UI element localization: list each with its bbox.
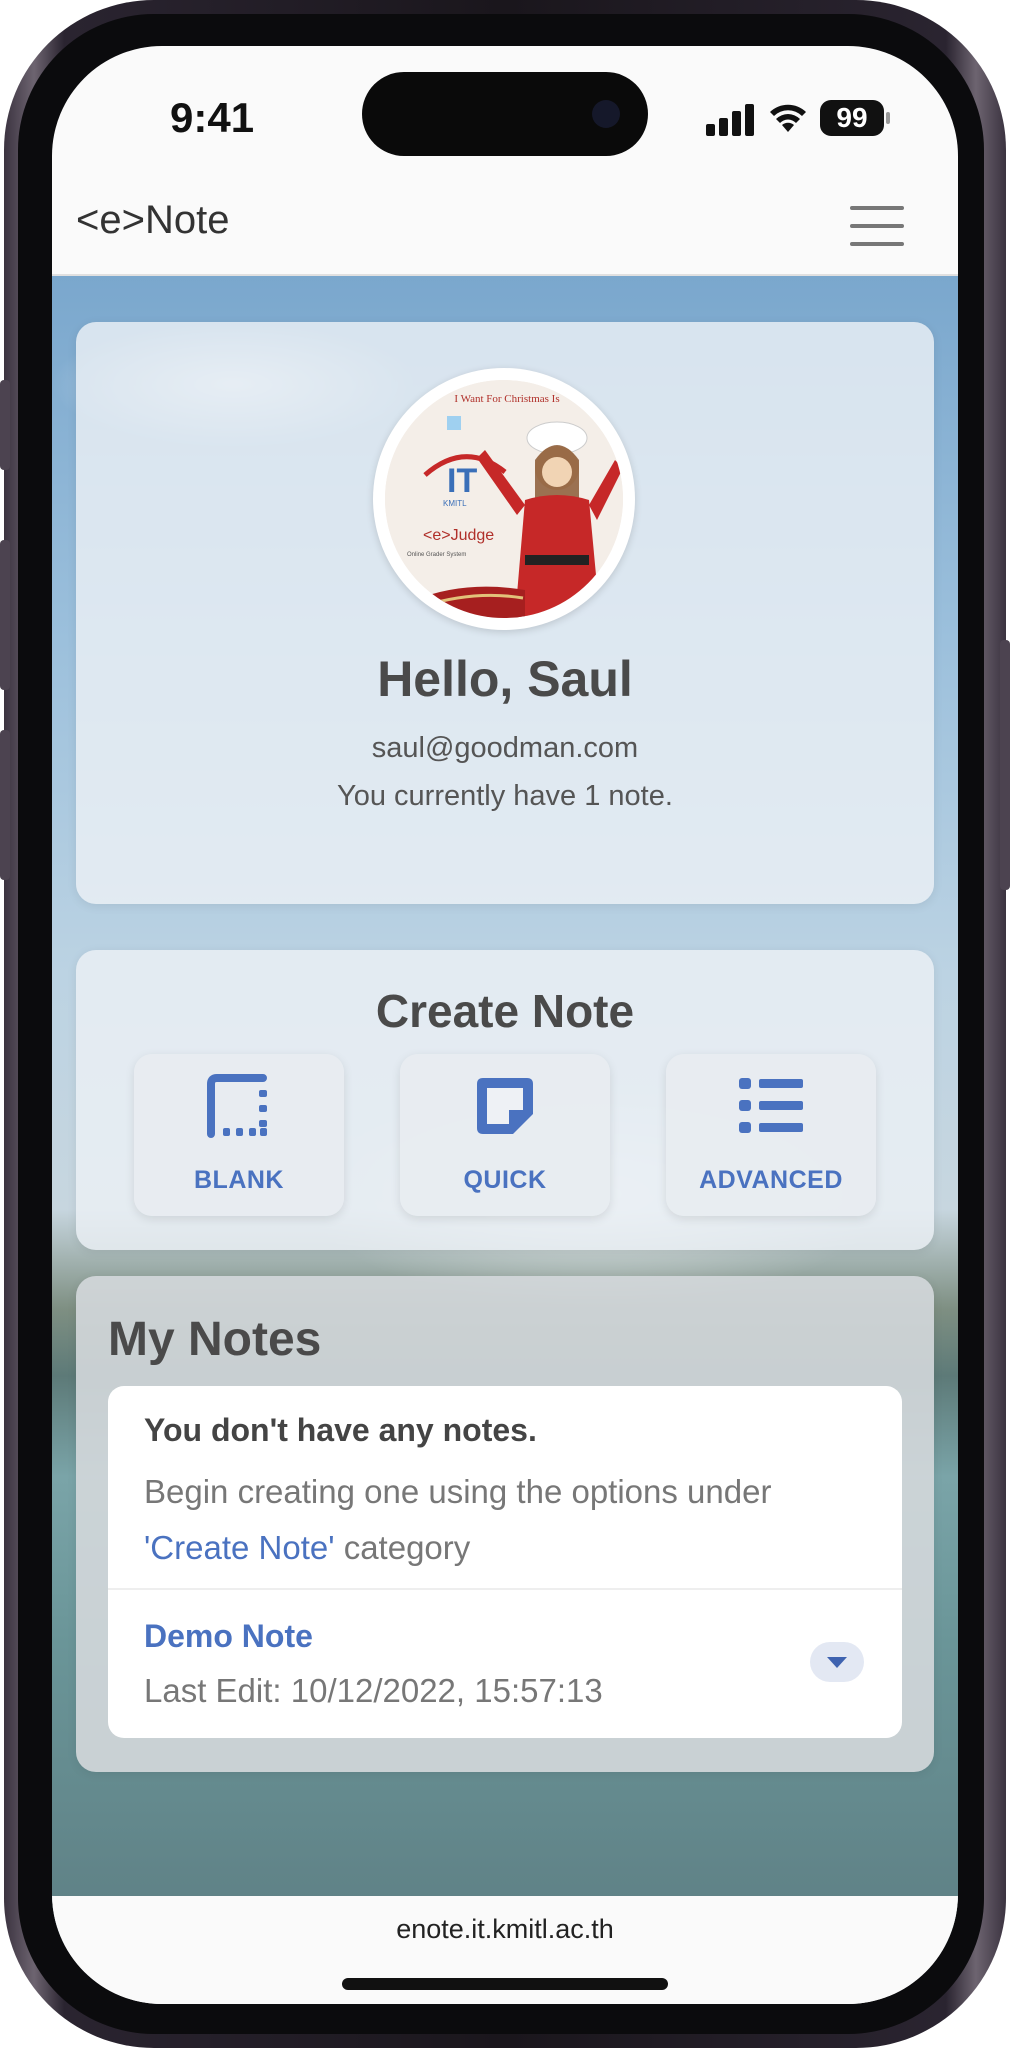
- dynamic-island: [362, 72, 648, 156]
- volume-down-button: [0, 730, 10, 880]
- user-email: saul@goodman.com: [371, 732, 639, 764]
- note-count-text: You currently have 1 note.: [337, 780, 673, 812]
- avatar-image: I Want For Christmas Is IT KMITL <e>Judg…: [385, 380, 623, 618]
- blank-note-label: BLANK: [194, 1166, 284, 1194]
- blank-note-button[interactable]: BLANK: [134, 1054, 344, 1216]
- note-last-edit: Last Edit: 10/12/2022, 15:57:13: [144, 1672, 603, 1709]
- note-title-link[interactable]: Demo Note: [144, 1618, 313, 1655]
- menu-icon[interactable]: [850, 206, 904, 246]
- brand-logo[interactable]: <e>Note: [76, 198, 229, 243]
- avatar-logo-text: IT: [447, 462, 477, 500]
- quick-note-label: QUICK: [463, 1166, 547, 1194]
- greeting-heading: Hello, Saul: [377, 651, 633, 707]
- avatar-banner-text: I Want For Christmas Is: [454, 393, 559, 405]
- empty-notes-suffix: category: [334, 1529, 471, 1566]
- avatar: I Want For Christmas Is IT KMITL <e>Judg…: [373, 368, 635, 630]
- home-indicator[interactable]: [342, 1978, 668, 1990]
- blank-note-icon: [207, 1074, 271, 1138]
- power-button: [1000, 640, 1010, 890]
- phone-screen: 9:41 99 <e>Note I Want For Christmas Is: [52, 46, 958, 2004]
- cellular-signal-icon: [706, 104, 756, 136]
- advanced-note-button[interactable]: ADVANCED: [666, 1054, 876, 1216]
- my-notes-card: My Notes You don't have any notes. Begin…: [76, 1276, 934, 1772]
- wifi-icon: [768, 102, 808, 143]
- quick-note-button[interactable]: QUICK: [400, 1054, 610, 1216]
- camera-icon: [592, 100, 620, 128]
- empty-notes-prefix: Begin creating one using the options und…: [144, 1473, 772, 1510]
- avatar-product-text: <e>Judge: [423, 527, 494, 544]
- advanced-note-label: ADVANCED: [699, 1166, 843, 1194]
- volume-up-button: [0, 540, 10, 690]
- status-time: 9:41: [170, 94, 255, 141]
- create-note-title: Create Note: [375, 985, 635, 1037]
- avatar-tagline-text: Online Grader System: [407, 552, 466, 558]
- status-bar: 9:41 99: [52, 46, 958, 156]
- notes-list: You don't have any notes. Begin creating…: [108, 1386, 902, 1738]
- battery-icon: 99: [820, 100, 884, 136]
- avatar-logo-sub: KMITL: [443, 499, 467, 508]
- create-note-card: Create Note BLANK QUICK ADVANCED: [76, 950, 934, 1250]
- list-icon: [739, 1074, 803, 1138]
- battery-tip: [886, 112, 890, 124]
- browser-bottom-bar: enote.it.kmitl.ac.th: [52, 1896, 958, 2004]
- action-button: [0, 380, 10, 470]
- chevron-down-icon[interactable]: [810, 1642, 864, 1682]
- empty-notes-title: You don't have any notes.: [144, 1412, 537, 1448]
- list-divider: [108, 1588, 902, 1590]
- profile-card: I Want For Christmas Is IT KMITL <e>Judg…: [76, 322, 934, 904]
- quick-note-icon: [473, 1074, 537, 1138]
- navbar: <e>Note: [52, 170, 958, 276]
- my-notes-title: My Notes: [108, 1313, 322, 1366]
- url-bar[interactable]: enote.it.kmitl.ac.th: [52, 1914, 958, 1945]
- create-note-link[interactable]: 'Create Note': [144, 1529, 335, 1566]
- empty-notes-body: Begin creating one using the options und…: [144, 1464, 884, 1576]
